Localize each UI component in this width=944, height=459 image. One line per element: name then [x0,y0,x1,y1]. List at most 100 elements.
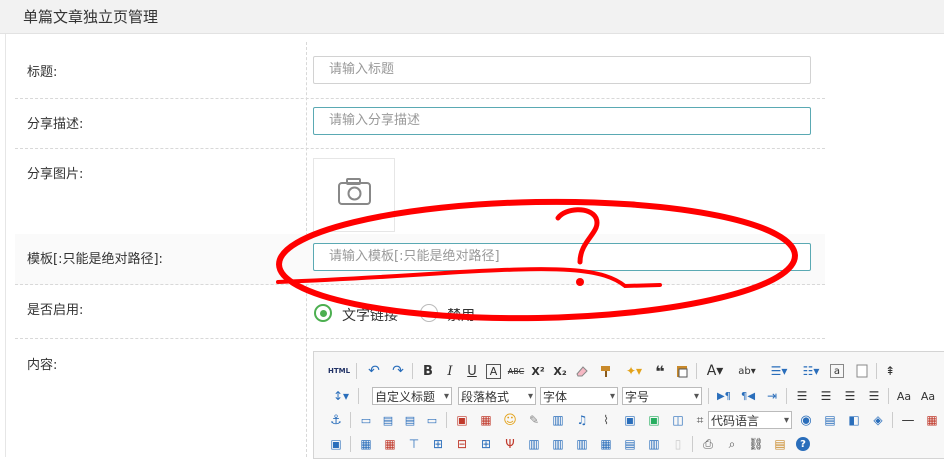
page-title: 单篇文章独立页管理 [23,8,159,26]
delete-row-icon[interactable]: ⊟ [454,435,470,453]
code-language-select[interactable]: 代码语言 [708,411,792,430]
ordered-list-icon[interactable]: ☰▾ [766,362,792,380]
align-left-icon[interactable]: ☰ [794,387,810,405]
search-replace-icon[interactable]: ⛓ [748,435,764,453]
blockquote-icon[interactable]: ❝ [652,362,668,381]
music-icon[interactable]: ♫ [574,411,590,429]
underline-icon[interactable]: U [464,362,480,380]
subscript-icon[interactable]: X₂ [552,362,568,380]
font-border-icon[interactable]: A [486,364,501,379]
merge-down-icon[interactable]: ▥ [574,435,590,453]
date-icon[interactable]: ▦ [924,411,940,429]
print-icon[interactable]: ⎙ [700,435,716,453]
eraser-icon[interactable] [574,362,590,380]
web-app-icon[interactable]: ◈ [870,411,886,429]
insert-table-icon[interactable]: ▦ [358,435,374,453]
insert-image-icon[interactable]: ▣ [454,411,470,429]
redo-icon[interactable]: ↷ [390,362,406,380]
attachment-icon[interactable]: ⌇ [598,411,614,429]
toolbar-separator [708,388,709,404]
image-upload[interactable] [313,158,395,232]
radio-disabled[interactable] [420,304,438,322]
insert-paragraph-before-table-icon[interactable]: ⊤ [406,435,422,453]
scrawl-icon[interactable]: ✎ [526,411,542,429]
background-color-icon[interactable]: ab▾ [734,362,760,380]
clear-doc-icon[interactable] [854,362,870,380]
toolbar-separator [446,412,447,428]
custom-heading-select[interactable]: 自定义标题 [372,387,452,406]
anchor-icon[interactable]: ⚓ [328,411,344,429]
html-source-icon[interactable]: HTML [328,362,350,380]
gmap-icon[interactable]: ▣ [646,411,662,429]
auto-typeset-icon[interactable]: ✦▾ [622,362,646,380]
insert-video-icon[interactable]: ▥ [550,411,566,429]
paragraph-format-select[interactable]: 段落格式 [458,387,536,406]
page-break-icon[interactable]: ◉ [798,411,814,429]
align-center-icon[interactable]: ☰ [818,387,834,405]
toolbar-separator [876,363,877,379]
word-image-icon[interactable]: ▣ [328,435,344,453]
title-label: 标题: [27,65,58,80]
content-label: 内容: [27,358,58,373]
superscript-icon[interactable]: X² [530,362,546,380]
image-none-icon[interactable]: ▭ [358,411,374,429]
title-input[interactable]: 请输入标题 [313,56,811,84]
horizontal-rule-icon[interactable]: — [900,411,916,429]
toolbar-separator [350,436,351,452]
undo-icon[interactable]: ↶ [366,362,382,380]
align-justify-icon[interactable]: ☰ [866,387,882,405]
split-to-cols-icon[interactable]: ▥ [646,435,662,453]
merge-right-icon[interactable]: ▥ [550,435,566,453]
ltr-direction-icon[interactable]: ▶¶ [716,387,732,405]
insert-frame-icon[interactable]: ◫ [670,411,686,429]
paste-text-icon[interactable] [674,362,690,380]
toolbar-separator [350,412,351,428]
background-icon[interactable]: ◧ [846,411,862,429]
bold-icon[interactable]: B [420,362,436,380]
insert-row-icon[interactable]: ⊞ [430,435,446,453]
map-icon[interactable]: ▣ [622,411,638,429]
italic-icon[interactable]: I [442,362,458,380]
multi-image-icon[interactable]: ▦ [478,411,494,429]
to-lowercase-icon[interactable]: Aa [920,387,936,405]
insert-col-icon[interactable]: ⊞ [478,435,494,453]
delete-col-icon[interactable]: Ψ [502,435,518,453]
emotion-icon[interactable]: ☺ [502,411,518,429]
image-left-icon[interactable]: ▤ [380,411,396,429]
row-spacing-top-icon[interactable]: ⇞ [882,362,898,380]
template-icon[interactable]: ▤ [822,411,838,429]
desc-input[interactable]: 请输入分享描述 [313,107,811,135]
select-all-icon[interactable]: a [830,364,844,378]
radio-text-link-label: 文字链接 [342,308,398,324]
format-painter-icon[interactable] [598,362,614,380]
enable-label: 是否启用: [27,303,84,318]
preview-icon[interactable]: ⌕ [724,435,740,453]
image-right-icon[interactable]: ▤ [402,411,418,429]
charts-icon[interactable]: ▯ [670,435,686,453]
font-size-select[interactable]: 字号 [622,387,702,406]
help-icon[interactable]: ? [796,437,810,451]
radio-text-link[interactable] [314,304,332,322]
template-input[interactable]: 请输入模板[:只能是绝对路径] [313,243,811,271]
font-family-select[interactable]: 字体 [540,387,618,406]
toolbar-separator [692,436,693,452]
camera-icon [338,178,371,205]
rich-text-editor[interactable]: HTML ↶ ↷ B I U A ABC X² X₂ ✦▾ ❝ A▾ ab▾ ☰… [313,351,944,459]
drafts-icon[interactable]: ▤ [772,435,788,453]
line-height-icon[interactable]: ↕▾ [328,387,354,405]
toolbar-separator [892,412,893,428]
unordered-list-icon[interactable]: ☷▾ [798,362,824,380]
indent-icon[interactable]: ⇥ [764,387,780,405]
strikethrough-icon[interactable]: ABC [508,362,524,380]
align-right-icon[interactable]: ☰ [842,387,858,405]
insert-code-icon[interactable]: ⌗ [692,411,708,429]
split-to-rows-icon[interactable]: ▤ [622,435,638,453]
split-to-cells-icon[interactable]: ▦ [598,435,614,453]
to-uppercase-icon[interactable]: Aa [896,387,912,405]
toolbar-separator [356,363,357,379]
delete-table-icon[interactable]: ▦ [382,435,398,453]
font-color-icon[interactable]: A▾ [702,362,728,380]
merge-cells-icon[interactable]: ▥ [526,435,542,453]
image-center-icon[interactable]: ▭ [424,411,440,429]
rtl-direction-icon[interactable]: ¶◀ [740,387,756,405]
